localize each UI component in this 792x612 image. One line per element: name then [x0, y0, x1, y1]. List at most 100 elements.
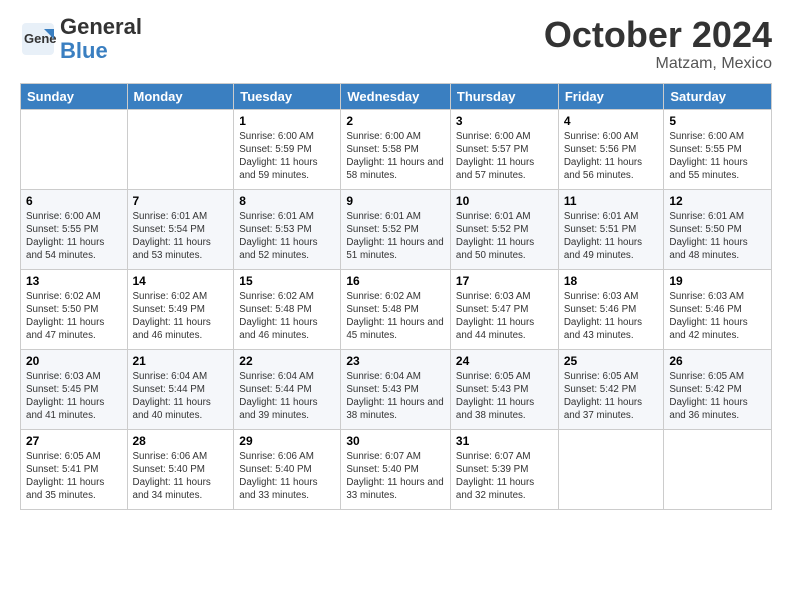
day-detail: Sunrise: 6:04 AM Sunset: 5:44 PM Dayligh…	[133, 370, 229, 423]
day-detail: Sunrise: 6:03 AM Sunset: 5:46 PM Dayligh…	[564, 290, 659, 343]
day-number: 25	[564, 354, 659, 368]
day-number: 5	[669, 114, 766, 128]
day-number: 24	[456, 354, 553, 368]
day-cell: 1 Sunrise: 6:00 AM Sunset: 5:59 PM Daylig…	[234, 109, 341, 189]
weekday-header-row: Sunday Monday Tuesday Wednesday Thursday…	[21, 83, 772, 109]
day-cell: 5 Sunrise: 6:00 AM Sunset: 5:55 PM Daylig…	[664, 109, 772, 189]
day-cell: 19 Sunrise: 6:03 AM Sunset: 5:46 PM Dayli…	[664, 269, 772, 349]
day-cell	[127, 109, 234, 189]
day-number: 8	[239, 194, 335, 208]
day-number: 18	[564, 274, 659, 288]
day-detail: Sunrise: 6:00 AM Sunset: 5:59 PM Dayligh…	[239, 130, 335, 183]
month-title: October 2024	[544, 15, 772, 55]
day-cell: 11Sunrise: 6:01 AM Sunset: 5:51 PM Dayli…	[558, 189, 664, 269]
day-detail: Sunrise: 6:00 AM Sunset: 5:58 PM Dayligh…	[346, 130, 445, 183]
day-number: 4	[564, 114, 659, 128]
week-row-4: 27Sunrise: 6:05 AM Sunset: 5:41 PM Dayli…	[21, 429, 772, 509]
day-detail: Sunrise: 6:03 AM Sunset: 5:46 PM Dayligh…	[669, 290, 766, 343]
page: General GeneralBlue October 2024 Matzam,…	[0, 0, 792, 520]
day-cell: 30 Sunrise: 6:07 AM Sunset: 5:40 PM Dayli…	[341, 429, 451, 509]
day-number: 3	[456, 114, 553, 128]
day-cell: 14Sunrise: 6:02 AM Sunset: 5:49 PM Dayli…	[127, 269, 234, 349]
day-detail: Sunrise: 6:00 AM Sunset: 5:55 PM Dayligh…	[26, 210, 122, 263]
day-number: 23	[346, 354, 445, 368]
day-detail: Sunrise: 6:04 AM Sunset: 5:44 PM Dayligh…	[239, 370, 335, 423]
day-detail: Sunrise: 6:05 AM Sunset: 5:42 PM Dayligh…	[669, 370, 766, 423]
day-number: 13	[26, 274, 122, 288]
header-sunday: Sunday	[21, 83, 128, 109]
day-cell: 31 Sunrise: 6:07 AM Sunset: 5:39 PM Dayli…	[450, 429, 558, 509]
day-number: 7	[133, 194, 229, 208]
day-cell: 25 Sunrise: 6:05 AM Sunset: 5:42 PM Dayli…	[558, 349, 664, 429]
day-number: 15	[239, 274, 335, 288]
day-number: 27	[26, 434, 122, 448]
header-monday: Monday	[127, 83, 234, 109]
day-detail: Sunrise: 6:06 AM Sunset: 5:40 PM Dayligh…	[239, 450, 335, 503]
day-number: 14	[133, 274, 229, 288]
day-detail: Sunrise: 6:01 AM Sunset: 5:52 PM Dayligh…	[346, 210, 445, 263]
day-detail: Sunrise: 6:03 AM Sunset: 5:47 PM Dayligh…	[456, 290, 553, 343]
day-number: 1	[239, 114, 335, 128]
day-number: 9	[346, 194, 445, 208]
day-detail: Sunrise: 6:07 AM Sunset: 5:39 PM Dayligh…	[456, 450, 553, 503]
day-number: 16	[346, 274, 445, 288]
day-cell: 12Sunrise: 6:01 AM Sunset: 5:50 PM Dayli…	[664, 189, 772, 269]
day-cell: 18 Sunrise: 6:03 AM Sunset: 5:46 PM Dayli…	[558, 269, 664, 349]
day-number: 21	[133, 354, 229, 368]
week-row-0: 1 Sunrise: 6:00 AM Sunset: 5:59 PM Daylig…	[21, 109, 772, 189]
day-detail: Sunrise: 6:00 AM Sunset: 5:55 PM Dayligh…	[669, 130, 766, 183]
week-row-1: 6 Sunrise: 6:00 AM Sunset: 5:55 PM Daylig…	[21, 189, 772, 269]
day-cell: 29 Sunrise: 6:06 AM Sunset: 5:40 PM Dayli…	[234, 429, 341, 509]
day-cell: 17Sunrise: 6:03 AM Sunset: 5:47 PM Dayli…	[450, 269, 558, 349]
header-tuesday: Tuesday	[234, 83, 341, 109]
day-cell: 23 Sunrise: 6:04 AM Sunset: 5:43 PM Dayli…	[341, 349, 451, 429]
day-cell: 9 Sunrise: 6:01 AM Sunset: 5:52 PM Daylig…	[341, 189, 451, 269]
day-detail: Sunrise: 6:05 AM Sunset: 5:43 PM Dayligh…	[456, 370, 553, 423]
day-cell: 27Sunrise: 6:05 AM Sunset: 5:41 PM Dayli…	[21, 429, 128, 509]
day-cell: 24 Sunrise: 6:05 AM Sunset: 5:43 PM Dayli…	[450, 349, 558, 429]
day-cell: 6 Sunrise: 6:00 AM Sunset: 5:55 PM Daylig…	[21, 189, 128, 269]
day-number: 31	[456, 434, 553, 448]
day-cell: 26 Sunrise: 6:05 AM Sunset: 5:42 PM Dayli…	[664, 349, 772, 429]
day-cell: 13Sunrise: 6:02 AM Sunset: 5:50 PM Dayli…	[21, 269, 128, 349]
day-detail: Sunrise: 6:00 AM Sunset: 5:57 PM Dayligh…	[456, 130, 553, 183]
logo: General GeneralBlue	[20, 15, 142, 63]
day-detail: Sunrise: 6:07 AM Sunset: 5:40 PM Dayligh…	[346, 450, 445, 503]
day-detail: Sunrise: 6:01 AM Sunset: 5:52 PM Dayligh…	[456, 210, 553, 263]
day-cell: 8Sunrise: 6:01 AM Sunset: 5:53 PM Daylig…	[234, 189, 341, 269]
day-number: 28	[133, 434, 229, 448]
day-detail: Sunrise: 6:01 AM Sunset: 5:54 PM Dayligh…	[133, 210, 229, 263]
day-number: 19	[669, 274, 766, 288]
day-number: 29	[239, 434, 335, 448]
day-detail: Sunrise: 6:04 AM Sunset: 5:43 PM Dayligh…	[346, 370, 445, 423]
header: General GeneralBlue October 2024 Matzam,…	[20, 15, 772, 73]
day-cell: 21 Sunrise: 6:04 AM Sunset: 5:44 PM Dayli…	[127, 349, 234, 429]
week-row-2: 13Sunrise: 6:02 AM Sunset: 5:50 PM Dayli…	[21, 269, 772, 349]
title-block: October 2024 Matzam, Mexico	[544, 15, 772, 73]
day-cell: 16 Sunrise: 6:02 AM Sunset: 5:48 PM Dayli…	[341, 269, 451, 349]
day-number: 2	[346, 114, 445, 128]
day-cell: 22Sunrise: 6:04 AM Sunset: 5:44 PM Dayli…	[234, 349, 341, 429]
logo-text: GeneralBlue	[60, 15, 142, 63]
day-number: 26	[669, 354, 766, 368]
day-detail: Sunrise: 6:02 AM Sunset: 5:48 PM Dayligh…	[346, 290, 445, 343]
day-number: 20	[26, 354, 122, 368]
location: Matzam, Mexico	[544, 55, 772, 73]
day-cell: 10Sunrise: 6:01 AM Sunset: 5:52 PM Dayli…	[450, 189, 558, 269]
day-detail: Sunrise: 6:01 AM Sunset: 5:51 PM Dayligh…	[564, 210, 659, 263]
week-row-3: 20Sunrise: 6:03 AM Sunset: 5:45 PM Dayli…	[21, 349, 772, 429]
day-cell: 3 Sunrise: 6:00 AM Sunset: 5:57 PM Daylig…	[450, 109, 558, 189]
day-detail: Sunrise: 6:06 AM Sunset: 5:40 PM Dayligh…	[133, 450, 229, 503]
day-cell: 20Sunrise: 6:03 AM Sunset: 5:45 PM Dayli…	[21, 349, 128, 429]
day-number: 6	[26, 194, 122, 208]
day-detail: Sunrise: 6:00 AM Sunset: 5:56 PM Dayligh…	[564, 130, 659, 183]
day-cell: 15 Sunrise: 6:02 AM Sunset: 5:48 PM Dayli…	[234, 269, 341, 349]
day-number: 30	[346, 434, 445, 448]
day-detail: Sunrise: 6:02 AM Sunset: 5:48 PM Dayligh…	[239, 290, 335, 343]
day-cell: 4 Sunrise: 6:00 AM Sunset: 5:56 PM Daylig…	[558, 109, 664, 189]
day-detail: Sunrise: 6:05 AM Sunset: 5:42 PM Dayligh…	[564, 370, 659, 423]
logo-blue: Blue	[60, 38, 108, 63]
day-cell: 2 Sunrise: 6:00 AM Sunset: 5:58 PM Daylig…	[341, 109, 451, 189]
day-number: 12	[669, 194, 766, 208]
day-cell	[21, 109, 128, 189]
